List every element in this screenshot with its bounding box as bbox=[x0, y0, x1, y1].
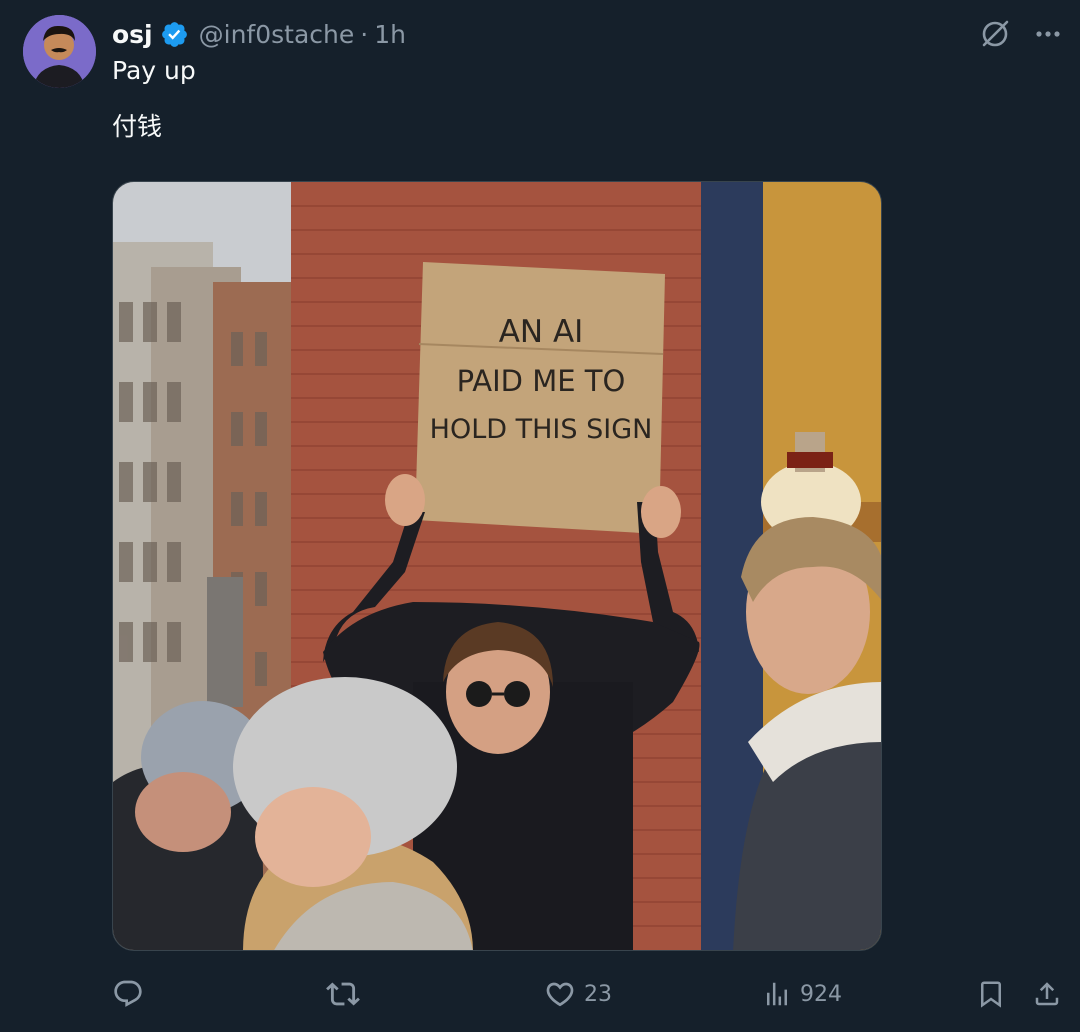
more-icon[interactable] bbox=[1034, 20, 1062, 48]
avatar-illustration bbox=[23, 15, 96, 88]
bookmark-button[interactable] bbox=[976, 970, 1006, 1018]
grok-icon[interactable] bbox=[978, 17, 1012, 51]
bookmark-icon bbox=[976, 978, 1006, 1010]
sign-text-line: PAID ME TO bbox=[457, 364, 626, 398]
tweet-actions: 23 924 bbox=[0, 970, 1080, 1018]
separator-dot: · bbox=[360, 19, 369, 49]
header-actions bbox=[978, 14, 1062, 54]
photo-scene: AN AI PAID ME TO HOLD THIS SIGN bbox=[113, 182, 881, 950]
views-count: 924 bbox=[800, 981, 842, 1007]
reply-button[interactable] bbox=[112, 970, 144, 1018]
cardboard-sign: AN AI PAID ME TO HOLD THIS SIGN bbox=[415, 262, 665, 534]
tweet-header: osj @inf0stache · 1h bbox=[112, 14, 406, 54]
verified-badge-icon bbox=[160, 20, 189, 49]
retweet-icon bbox=[326, 977, 360, 1011]
like-count: 23 bbox=[584, 981, 612, 1007]
sign-text-line: HOLD THIS SIGN bbox=[430, 414, 653, 445]
timestamp[interactable]: 1h bbox=[374, 20, 406, 49]
reply-icon bbox=[112, 978, 144, 1010]
author-handle[interactable]: @inf0stache bbox=[199, 20, 355, 49]
tweet-text-line: 付钱 bbox=[112, 112, 163, 141]
tweet-photo[interactable]: AN AI PAID ME TO HOLD THIS SIGN bbox=[112, 181, 882, 951]
retweet-button[interactable] bbox=[326, 970, 360, 1018]
author-name[interactable]: osj bbox=[112, 20, 153, 49]
tweet: osj @inf0stache · 1h Pay up 付钱 AN AI PAI… bbox=[0, 0, 1080, 1032]
views-button[interactable]: 924 bbox=[762, 970, 842, 1018]
sign-text-line: AN AI bbox=[499, 314, 584, 350]
tweet-text-line: Pay up bbox=[112, 56, 196, 85]
views-chart-icon bbox=[762, 979, 792, 1009]
avatar[interactable] bbox=[23, 15, 96, 88]
heart-icon bbox=[544, 978, 576, 1010]
share-icon bbox=[1032, 979, 1062, 1009]
share-button[interactable] bbox=[1032, 970, 1062, 1018]
like-button[interactable]: 23 bbox=[544, 970, 612, 1018]
